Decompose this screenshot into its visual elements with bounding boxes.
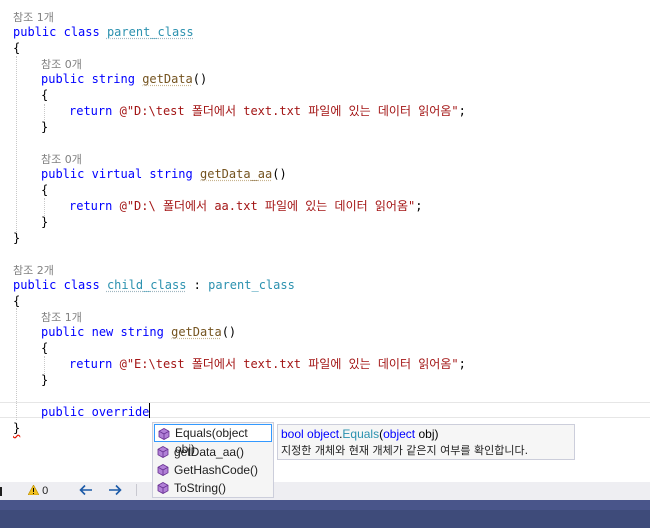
- keyword-class: class: [63, 25, 100, 39]
- completion-item-tostring[interactable]: ToString(): [154, 479, 272, 497]
- keyword-public: public: [41, 167, 85, 181]
- close-brace: }: [41, 120, 49, 134]
- arrow-left-icon: [79, 484, 92, 496]
- keyword-public: public: [13, 278, 57, 292]
- completion-item-equals[interactable]: Equals(object obj): [154, 424, 272, 456]
- semicolon: ;: [458, 104, 466, 118]
- completion-item-gethashcode[interactable]: GetHashCode(): [154, 461, 272, 479]
- class-name-parent-class[interactable]: parent_class: [107, 25, 194, 39]
- semicolon: ;: [415, 199, 423, 213]
- tooltip-method: Equals: [342, 427, 380, 441]
- tooltip-param-name: obj: [415, 427, 435, 441]
- method-name-getdata-aa[interactable]: getData_aa: [200, 167, 272, 181]
- close-brace: }: [13, 231, 21, 245]
- open-brace: {: [13, 294, 21, 308]
- method-icon: [157, 482, 169, 494]
- separator: [136, 484, 137, 496]
- parens: (): [192, 72, 208, 86]
- open-brace: {: [41, 183, 49, 197]
- keyword-new: new: [91, 325, 114, 339]
- text-caret: [149, 403, 150, 418]
- tooltip-description: 지정한 개체와 현재 개체가 같은지 여부를 확인합니다.: [281, 444, 529, 457]
- codelens-reference-count[interactable]: 참조 1개: [13, 11, 54, 24]
- intellisense-completion-list[interactable]: Equals(object obj) getData_aa() GetHashC…: [152, 422, 274, 498]
- open-brace: {: [41, 341, 49, 355]
- method-icon: [158, 428, 170, 440]
- parens: (): [272, 167, 287, 181]
- keyword-virtual: virtual: [91, 167, 143, 181]
- base-class-parent-class[interactable]: parent_class: [208, 278, 295, 292]
- keyword-class: class: [63, 278, 100, 292]
- warning-icon: [27, 484, 40, 496]
- keyword-string: string: [91, 72, 135, 86]
- string-literal: @"E:\test 폴더에서 text.txt 파일에 있는 데이터 읽어옴": [119, 357, 459, 371]
- tooltip-param-type: object: [383, 427, 416, 441]
- string-literal: @"D:\test 폴더에서 text.txt 파일에 있는 데이터 읽어옴": [119, 104, 459, 118]
- navigate-back-button[interactable]: [79, 484, 93, 498]
- navigate-forward-button[interactable]: [108, 484, 122, 498]
- method-name-getdata[interactable]: getData: [142, 72, 193, 86]
- keyword-return: return: [69, 199, 113, 213]
- codelens-reference-count[interactable]: 참조 0개: [41, 58, 82, 71]
- open-brace: {: [41, 88, 49, 102]
- open-brace: {: [13, 41, 21, 55]
- method-icon: [157, 446, 169, 458]
- parens: (): [221, 325, 237, 339]
- tooltip-close-paren: ): [434, 427, 439, 441]
- keyword-public: public: [41, 72, 85, 86]
- status-bar: [0, 500, 650, 528]
- keyword-string: string: [120, 325, 164, 339]
- tooltip-type: object: [307, 427, 340, 441]
- codelens-reference-count[interactable]: 참조 2개: [13, 264, 54, 277]
- keyword-public: public: [41, 325, 85, 339]
- quick-info-tooltip: bool object.Equals(object obj) 지정한 개체와 현…: [277, 424, 575, 460]
- error-icon: [0, 486, 2, 496]
- editor-status-strip: 0: [0, 482, 650, 500]
- method-name-getdata[interactable]: getData: [171, 325, 222, 339]
- completion-item-getdata-aa[interactable]: getData_aa(): [154, 443, 272, 461]
- indent-guide: [16, 308, 17, 420]
- tooltip-signature: bool object.Equals(object obj): [281, 427, 439, 441]
- keyword-override: override: [91, 405, 150, 419]
- keyword-string: string: [149, 167, 193, 181]
- keyword-return: return: [69, 357, 113, 371]
- completion-item-label: ToString(): [174, 481, 227, 495]
- method-icon: [157, 464, 169, 476]
- keyword-public: public: [13, 25, 57, 39]
- tooltip-return-type: bool: [281, 427, 304, 441]
- keyword-public: public: [41, 405, 85, 419]
- semicolon: ;: [458, 357, 466, 371]
- close-brace: }: [41, 373, 49, 387]
- class-name-child-class[interactable]: child_class: [107, 278, 186, 292]
- warning-count[interactable]: 0: [27, 484, 49, 498]
- arrow-right-icon: [109, 484, 122, 496]
- close-brace: }: [41, 215, 49, 229]
- codelens-reference-count[interactable]: 참조 0개: [41, 153, 82, 166]
- status-bar-strip: [0, 500, 650, 510]
- code-editor[interactable]: 참조 1개 public class parent_class { 참조 0개 …: [0, 0, 650, 480]
- error-count[interactable]: [0, 484, 2, 498]
- colon: :: [186, 278, 209, 292]
- warning-count-value: 0: [42, 485, 49, 497]
- keyword-return: return: [69, 104, 113, 118]
- close-brace-error[interactable]: }: [13, 421, 20, 435]
- codelens-reference-count[interactable]: 참조 1개: [41, 311, 82, 324]
- indent-guide: [16, 56, 17, 236]
- completion-item-label: getData_aa(): [174, 445, 245, 459]
- string-literal: @"D:\ 폴더에서 aa.txt 파일에 있는 데이터 읽어옴": [119, 199, 416, 213]
- completion-item-label: GetHashCode(): [174, 463, 259, 477]
